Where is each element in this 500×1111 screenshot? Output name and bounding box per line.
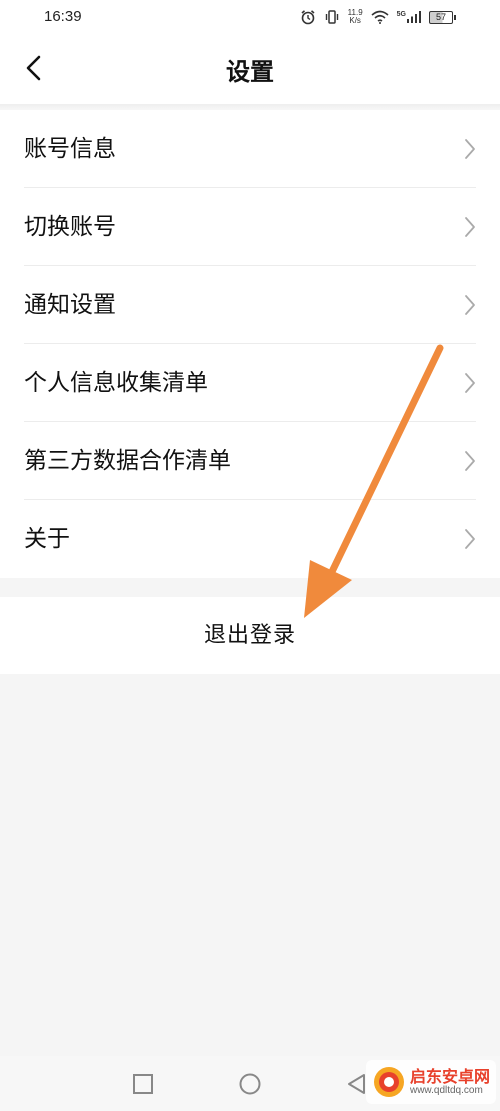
menu-item-label: 第三方数据合作清单 [24, 448, 231, 474]
chevron-right-icon [465, 373, 475, 393]
battery-level: 57 [429, 10, 453, 24]
network-speed-unit: K/s [349, 16, 361, 25]
page-title: 设置 [226, 57, 274, 86]
menu-item-about[interactable]: 关于 [0, 500, 500, 578]
network-type-label: 5G [396, 11, 406, 18]
menu-item-notification-settings[interactable]: 通知设置 [0, 266, 500, 344]
chevron-right-icon [465, 529, 475, 549]
watermark-title: 启东安卓网 [409, 1066, 490, 1086]
chevron-right-icon [465, 217, 475, 237]
watermark-logo-icon [373, 1067, 404, 1097]
menu-item-switch-account[interactable]: 切换账号 [0, 188, 500, 266]
home-icon[interactable] [238, 1072, 262, 1096]
alarm-icon [301, 10, 315, 25]
menu-item-account-info[interactable]: 账号信息 [0, 110, 500, 188]
menu-item-label: 关于 [24, 526, 70, 552]
wifi-icon [371, 10, 389, 24]
menu-item-label: 切换账号 [24, 214, 116, 240]
status-bar: 16:39 11.9 K/s 5G 57 [0, 0, 500, 34]
battery-icon: 57 [429, 10, 456, 24]
menu-item-label: 通知设置 [24, 292, 116, 318]
chevron-right-icon [465, 295, 475, 315]
recent-apps-icon[interactable] [131, 1072, 155, 1096]
logout-label: 退出登录 [203, 623, 296, 648]
status-icons: 11.9 K/s 5G 57 [300, 6, 456, 28]
status-time: 16:39 [44, 8, 82, 25]
settings-menu-list: 账号信息 切换账号 通知设置 个人信息收集清单 第三方数据合作清单 关于 [0, 110, 500, 578]
cellular-signal: 5G [397, 11, 421, 23]
logout-button[interactable]: 退出登录 [0, 597, 500, 674]
chevron-right-icon [465, 139, 475, 159]
menu-item-third-party-data-list[interactable]: 第三方数据合作清单 [0, 422, 500, 500]
network-speed: 11.9 K/s [348, 9, 363, 25]
watermark: 启东安卓网 www.qdltdq.com [365, 1060, 496, 1104]
app-header: 设置 [0, 34, 500, 104]
signal-bars-icon [407, 11, 421, 23]
menu-item-label: 个人信息收集清单 [24, 370, 208, 396]
vibrate-icon [325, 10, 338, 24]
chevron-right-icon [465, 451, 475, 471]
menu-item-personal-info-list[interactable]: 个人信息收集清单 [0, 344, 500, 422]
menu-item-label: 账号信息 [24, 136, 116, 162]
watermark-url: www.qdltdq.com [409, 1085, 483, 1097]
